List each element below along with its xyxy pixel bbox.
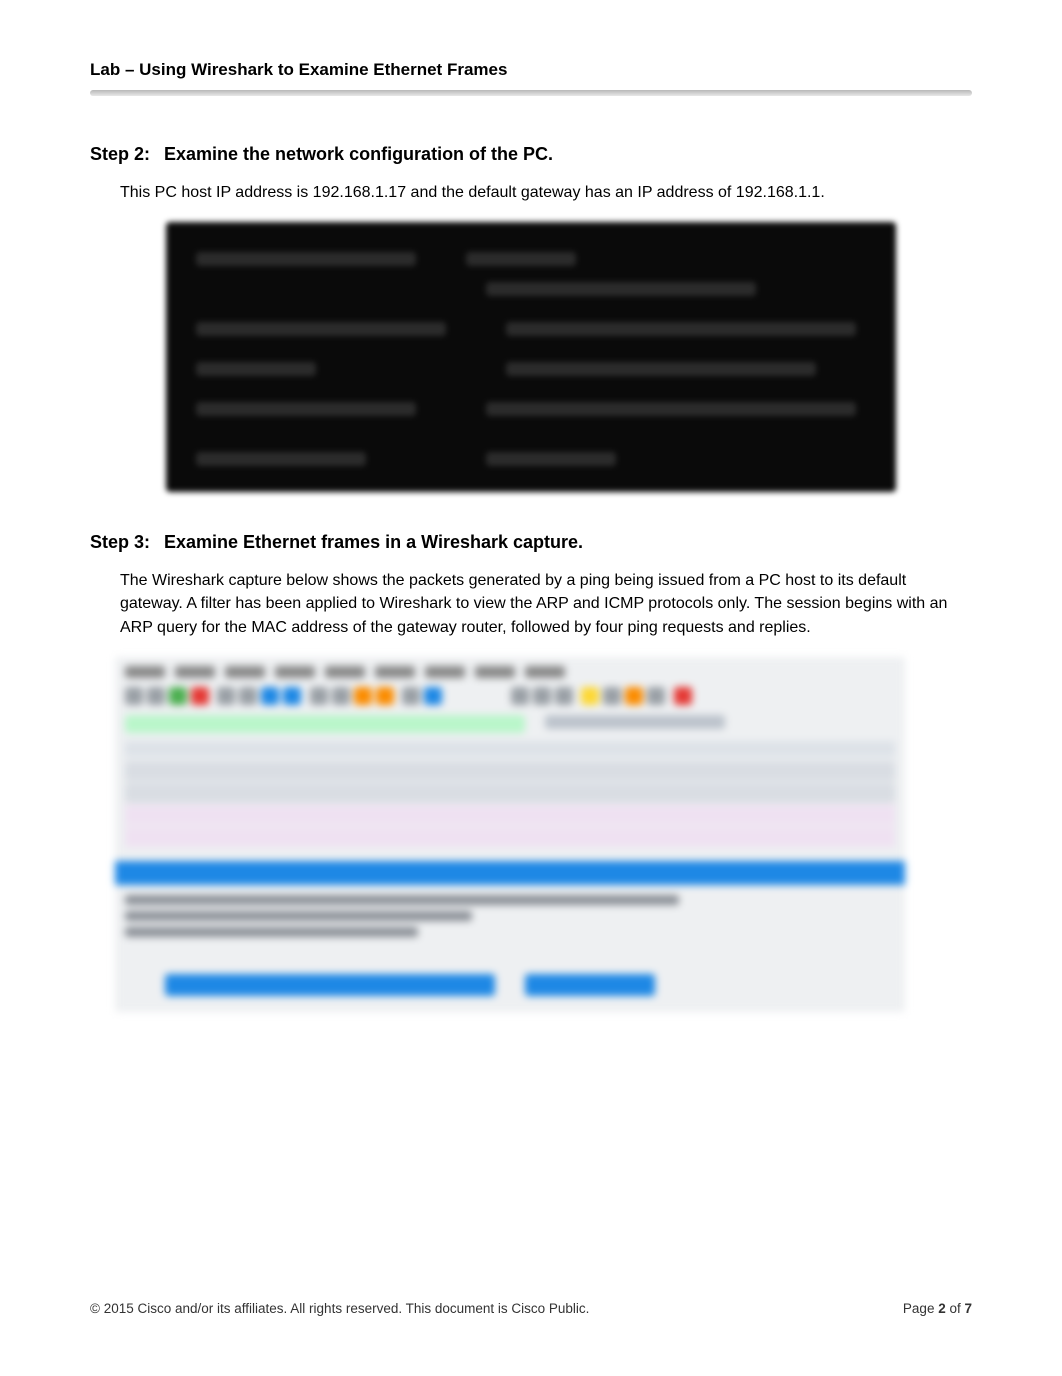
step-3-title: Examine Ethernet frames in a Wireshark c… [164, 532, 583, 552]
footer-page-number: Page 2 of 7 [903, 1301, 972, 1316]
terminal-screenshot [166, 222, 896, 492]
header-divider [90, 90, 972, 96]
step-2-title: Examine the network configuration of the… [164, 144, 553, 164]
step-3-heading: Step 3: Examine Ethernet frames in a Wire… [90, 532, 972, 553]
footer-copyright: © 2015 Cisco and/or its affiliates. All … [90, 1301, 589, 1316]
page-prefix: Page [903, 1301, 938, 1316]
page-total: 7 [964, 1301, 972, 1316]
wireshark-screenshot [115, 657, 905, 1012]
page-sep: of [946, 1301, 965, 1316]
step-3-label: Step 3: [90, 532, 150, 552]
page-footer: © 2015 Cisco and/or its affiliates. All … [90, 1301, 972, 1316]
step-2-text: This PC host IP address is 192.168.1.17 … [120, 181, 972, 204]
page-current: 2 [938, 1301, 946, 1316]
step-3-text: The Wireshark capture below shows the pa… [120, 569, 972, 639]
step-2-heading: Step 2: Examine the network configuration… [90, 144, 972, 165]
step-2-label: Step 2: [90, 144, 150, 164]
page-header-title: Lab – Using Wireshark to Examine Etherne… [90, 60, 972, 90]
